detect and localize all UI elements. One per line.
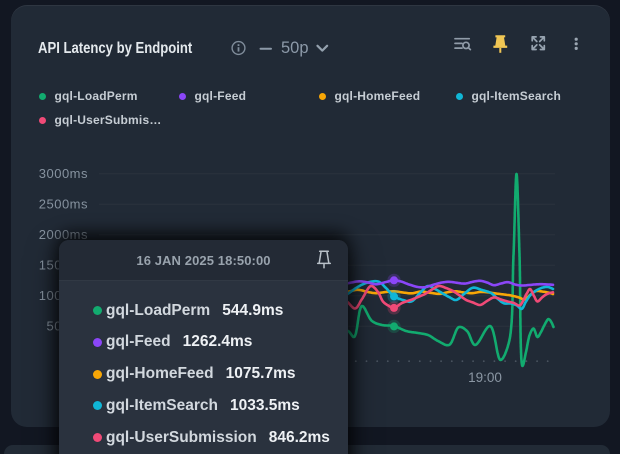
svg-text:3000ms: 3000ms xyxy=(39,166,88,181)
svg-text:19:00: 19:00 xyxy=(468,370,502,385)
svg-text:2500ms: 2500ms xyxy=(39,197,88,212)
